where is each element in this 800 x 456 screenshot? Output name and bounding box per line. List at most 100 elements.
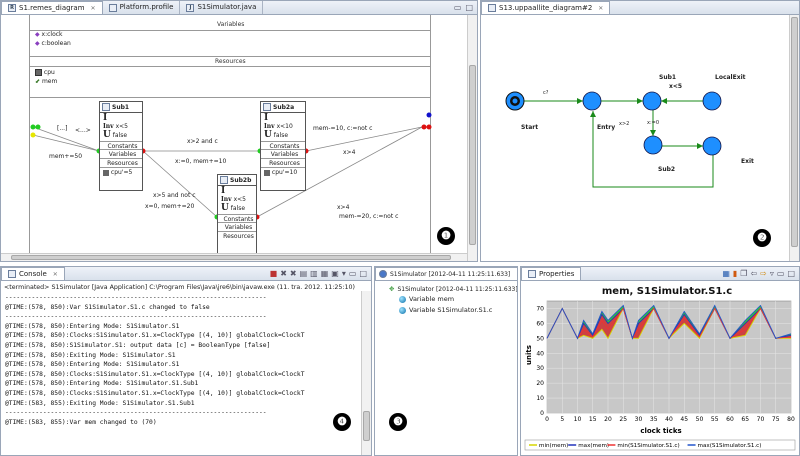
invariant-expr: x<5 <box>233 196 246 203</box>
tab-properties[interactable]: Properties <box>521 267 582 280</box>
state-localexit[interactable] <box>702 91 722 111</box>
entry-point[interactable] <box>35 124 41 130</box>
scroll-thumb[interactable] <box>791 17 798 247</box>
urgent-value: false <box>112 132 128 139</box>
x-tick-label: 0 <box>545 416 549 423</box>
scroll-thumb[interactable] <box>469 65 476 245</box>
edge-init2-sub1[interactable] <box>32 134 100 152</box>
remove-all-icon[interactable]: ✖ <box>290 269 297 278</box>
close-icon[interactable]: ✕ <box>516 268 517 281</box>
exit-point[interactable] <box>421 124 427 130</box>
x-tick-label: 60 <box>726 416 734 423</box>
uppaal-file-icon <box>488 4 496 12</box>
y-axis-label: units <box>525 345 533 365</box>
vertical-scrollbar[interactable] <box>361 291 371 455</box>
scroll-thumb[interactable] <box>11 255 451 260</box>
constants-row[interactable]: Constants <box>261 141 305 150</box>
horizontal-scrollbar[interactable] <box>1 253 467 261</box>
tree-root[interactable]: ✥ S1Simulator [2012-04-11 11:25:11.633] <box>389 285 517 293</box>
resources-row[interactable]: Resources <box>218 232 256 241</box>
scroll-lock-icon[interactable]: ▥ <box>310 269 318 278</box>
state-exit[interactable] <box>702 136 722 156</box>
variable-icon <box>399 295 406 303</box>
chart-type-icon[interactable]: ▮ <box>733 269 737 278</box>
forward-icon[interactable]: ⇨ <box>760 269 767 278</box>
mode-body: I Inv x<5 U false <box>218 186 256 214</box>
edge-label: <...> <box>75 127 91 134</box>
chart: mem, S1Simulator.S1.c clock ticks units … <box>524 286 796 451</box>
x-tick-label: 55 <box>711 416 719 423</box>
exit-point[interactable] <box>426 112 432 118</box>
variables-row[interactable]: Variables <box>261 150 305 159</box>
pin-console-icon[interactable]: ▦ <box>321 269 329 278</box>
invariant-marker: Inv <box>264 123 275 130</box>
state-label-exit: Exit <box>741 158 754 165</box>
state-label-start: Start <box>521 124 539 131</box>
y-tick-label: 30 <box>536 365 544 372</box>
display-console-icon[interactable]: ▣ <box>331 269 339 278</box>
mode-icon <box>263 103 271 111</box>
terminate-icon[interactable]: ■ <box>270 269 278 278</box>
entry-point[interactable] <box>30 132 36 138</box>
state-entry[interactable] <box>582 91 602 111</box>
vertical-scrollbar[interactable] <box>789 15 799 261</box>
console-line: @TIME:(578, 850):Clocks:S1Simulator.S1.x… <box>5 370 305 378</box>
variable-icon <box>399 306 406 314</box>
clear-console-icon[interactable]: ▤ <box>300 269 308 278</box>
interface-marker: I <box>221 186 226 196</box>
console-line: @TIME:(578, 850):Entering Mode: S1Simula… <box>5 322 180 330</box>
state-sub1[interactable] <box>642 91 662 111</box>
mode-title: Sub1 <box>100 102 142 113</box>
state-sub2[interactable] <box>643 135 663 155</box>
tab-console[interactable]: Console ✕ <box>1 267 65 280</box>
vertical-scrollbar[interactable] <box>467 15 477 261</box>
view-menu-icon[interactable]: ▿ <box>770 269 774 278</box>
mode-sub1[interactable]: Sub1 I Inv x<5 U false Constants Variabl… <box>99 101 143 191</box>
edge-label: x>4 <box>343 149 356 156</box>
mode-sub2a[interactable]: Sub2a I Inv x<10 U false Constants Varia… <box>260 101 306 191</box>
y-tick-label: 40 <box>536 350 544 357</box>
tab-label: S13.uppaallite_diagram#2 <box>499 3 593 12</box>
x-tick-label: 70 <box>757 416 765 423</box>
entry-point[interactable] <box>30 124 36 130</box>
back-icon[interactable]: ⇦ <box>750 269 757 278</box>
chart-icon[interactable]: ▦ <box>722 269 730 278</box>
close-icon[interactable]: ✕ <box>53 268 58 281</box>
tab-simulator[interactable]: S1Simulator [2012-04-11 11:25:11.633] ✕ <box>375 267 517 281</box>
scroll-thumb[interactable] <box>363 411 370 441</box>
resources-row[interactable]: Resources <box>261 159 305 168</box>
mode-body: I Inv x<10 U false <box>261 113 305 141</box>
x-tick-label: 10 <box>574 416 582 423</box>
remes-diagram-pane: R S1.remes_diagram ✕ Platform.profile J … <box>0 0 478 262</box>
variables-row[interactable]: Variables <box>218 223 256 232</box>
tab-uppaal-diagram[interactable]: S13.uppaallite_diagram#2 ✕ <box>481 1 611 15</box>
maximize-icon[interactable]: □ <box>787 269 795 278</box>
open-console-icon[interactable]: ▾ <box>342 269 346 278</box>
edge-label: [...] <box>57 125 68 132</box>
close-icon[interactable]: ✕ <box>598 2 603 15</box>
simulator-pane: S1Simulator [2012-04-11 11:25:11.633] ✕ … <box>374 266 518 456</box>
tree-item-variable-mem[interactable]: Variable mem <box>399 295 454 303</box>
copy-icon[interactable]: ❐ <box>740 269 747 278</box>
console-line: ----------------------------------------… <box>5 313 267 321</box>
constants-row[interactable]: Constants <box>218 214 256 223</box>
callout-badge: ❷ <box>753 229 771 247</box>
resource-expr: cpu'=10 <box>261 168 305 177</box>
resources-row[interactable]: Resources <box>100 159 142 168</box>
tree-item-variable-c[interactable]: Variable S1Simulator.S1.c <box>399 306 492 314</box>
minimize-icon[interactable]: ▭ <box>349 269 357 278</box>
edge-label: x=0, mem+=20 <box>145 203 195 210</box>
mode-sub2b[interactable]: Sub2b I Inv x<5 U false Constants Variab… <box>217 174 257 259</box>
edge-label: mem-=10, c:=not c <box>313 125 373 132</box>
callout-badge: ❸ <box>389 413 407 431</box>
minimize-icon[interactable]: ▭ <box>777 269 785 278</box>
invariant-expr: x<5 <box>115 123 128 130</box>
constants-row[interactable]: Constants <box>100 141 142 150</box>
y-tick-label: 10 <box>536 395 544 402</box>
tab-label: Console <box>19 269 47 278</box>
variables-row[interactable]: Variables <box>100 150 142 159</box>
maximize-icon[interactable]: □ <box>359 269 367 278</box>
remove-launch-icon[interactable]: ✖ <box>280 269 287 278</box>
exit-point[interactable] <box>426 124 432 130</box>
edge-label: mem+=50 <box>49 153 83 160</box>
